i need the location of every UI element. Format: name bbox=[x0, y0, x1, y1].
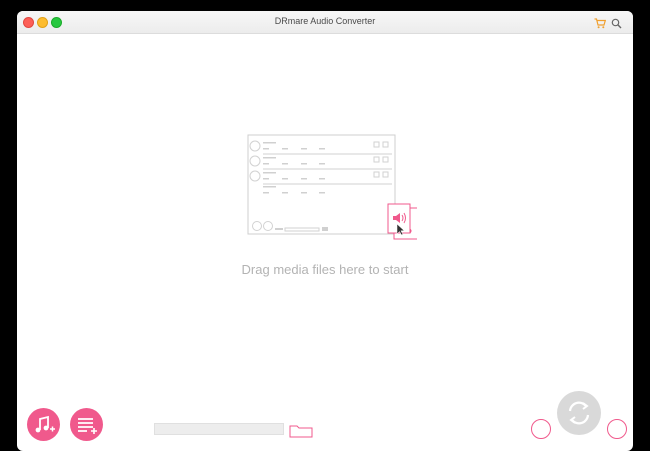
history-button[interactable] bbox=[607, 419, 627, 439]
title-bar: DRmare Audio Converter bbox=[17, 11, 633, 34]
convert-button[interactable] bbox=[557, 391, 601, 435]
output-path-field[interactable] bbox=[154, 423, 284, 435]
search-icon[interactable] bbox=[611, 16, 622, 34]
bottom-toolbar bbox=[17, 386, 633, 446]
add-music-icon bbox=[35, 415, 55, 432]
convert-icon bbox=[568, 401, 590, 425]
app-window: DRmare Audio Converter Drag media files … bbox=[17, 11, 633, 451]
format-settings-button[interactable] bbox=[531, 419, 551, 439]
add-playlist-button[interactable] bbox=[70, 408, 103, 441]
window-title: DRmare Audio Converter bbox=[274, 16, 376, 26]
add-playlist-icon bbox=[77, 417, 97, 434]
add-music-button[interactable] bbox=[27, 408, 60, 441]
folder-icon[interactable] bbox=[289, 424, 313, 443]
drop-hint-text: Drag media files here to start bbox=[241, 262, 409, 277]
drop-zone-illustration bbox=[247, 134, 419, 251]
cart-icon[interactable] bbox=[594, 16, 607, 34]
